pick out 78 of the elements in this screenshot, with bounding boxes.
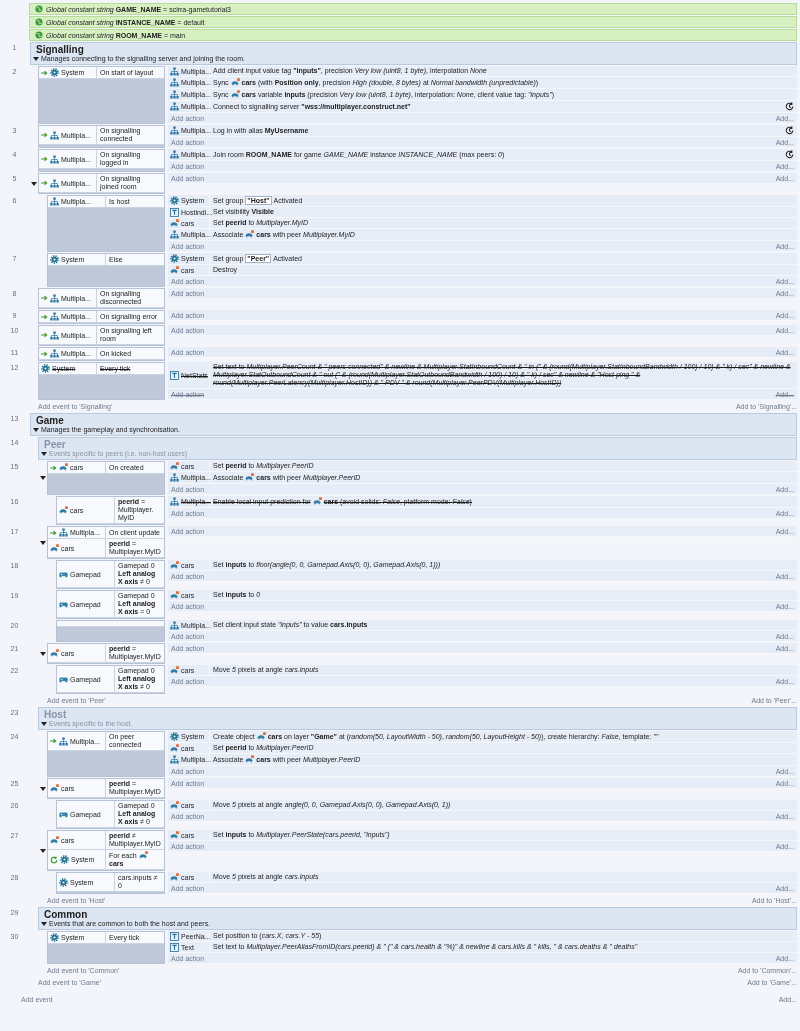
sprite-icon — [230, 90, 240, 99]
network-icon — [170, 497, 179, 506]
network-icon — [50, 293, 59, 303]
group-title: Peer — [44, 439, 66, 450]
globe-icon — [35, 5, 43, 13]
group-title: Signalling — [36, 44, 84, 55]
network-icon — [50, 330, 59, 340]
sprite-icon — [312, 497, 322, 506]
trigger-arrow-icon — [41, 295, 48, 301]
trigger-arrow-icon — [50, 464, 57, 471]
sprite-icon — [50, 648, 59, 658]
group-title: Common — [44, 909, 88, 920]
sprite-icon — [170, 461, 179, 471]
group-title: Game — [36, 415, 64, 426]
sprite-icon — [50, 543, 59, 553]
trigger-arrow-icon — [41, 350, 48, 357]
network-icon — [59, 736, 68, 746]
network-icon — [50, 178, 59, 188]
trigger-arrow-icon — [41, 313, 48, 320]
network-icon — [50, 349, 59, 358]
gear-icon — [60, 855, 69, 864]
collapse-arrow-icon[interactable] — [41, 721, 47, 727]
collapse-arrow-icon[interactable] — [40, 650, 46, 657]
sprite-icon — [230, 78, 240, 87]
network-icon — [170, 230, 179, 239]
network-icon — [50, 154, 59, 164]
sprite-icon — [170, 872, 179, 882]
network-icon — [170, 126, 179, 135]
trigger-arrow-icon — [41, 180, 48, 186]
collapse-arrow-icon[interactable] — [41, 451, 47, 457]
sprite-icon — [170, 665, 179, 675]
sprite-icon — [59, 505, 68, 515]
sprite-icon — [170, 218, 179, 228]
trigger-arrow-icon — [41, 332, 48, 338]
empty-condition-cell[interactable] — [57, 621, 164, 627]
sprite-icon — [170, 265, 179, 275]
sprite-icon — [59, 463, 68, 472]
collapse-arrow-icon[interactable] — [31, 180, 37, 187]
sprite-icon — [170, 560, 179, 570]
network-icon — [170, 620, 179, 630]
network-icon — [170, 755, 179, 764]
sprite-icon — [256, 732, 266, 741]
globe-icon — [35, 18, 43, 26]
collapse-arrow-icon[interactable] — [33, 56, 39, 62]
sprite-icon — [50, 835, 59, 845]
trigger-arrow-icon — [50, 529, 57, 536]
sprite-icon — [245, 755, 255, 764]
network-icon — [170, 102, 179, 111]
sprite-icon — [170, 743, 179, 753]
network-icon — [170, 78, 179, 87]
collapse-arrow-icon[interactable] — [33, 427, 39, 433]
network-icon — [59, 528, 68, 537]
network-icon — [50, 130, 59, 140]
trigger-arrow-icon — [41, 156, 48, 162]
trigger-arrow-icon — [41, 69, 48, 76]
network-icon — [170, 473, 179, 482]
network-icon — [170, 90, 179, 99]
trigger-arrow-icon — [41, 132, 48, 138]
sprite-icon — [245, 230, 255, 239]
trigger-arrow-icon — [50, 738, 57, 744]
sprite-icon — [50, 783, 59, 793]
collapse-arrow-icon[interactable] — [40, 539, 46, 546]
network-icon — [50, 312, 59, 321]
sprite-icon — [138, 851, 148, 860]
collapse-arrow-icon[interactable] — [40, 847, 46, 854]
network-icon — [170, 150, 179, 159]
collapse-arrow-icon[interactable] — [40, 785, 46, 792]
network-icon — [170, 66, 179, 76]
collapse-arrow-icon[interactable] — [40, 475, 46, 481]
globe-icon — [35, 31, 43, 39]
sprite-icon — [170, 590, 179, 600]
loop-icon — [50, 855, 58, 864]
sprite-icon — [245, 473, 255, 482]
sprite-icon — [170, 830, 179, 840]
collapse-arrow-icon[interactable] — [41, 921, 47, 927]
network-icon — [50, 197, 59, 206]
group-title: Host — [44, 709, 67, 720]
sprite-icon — [170, 800, 179, 810]
